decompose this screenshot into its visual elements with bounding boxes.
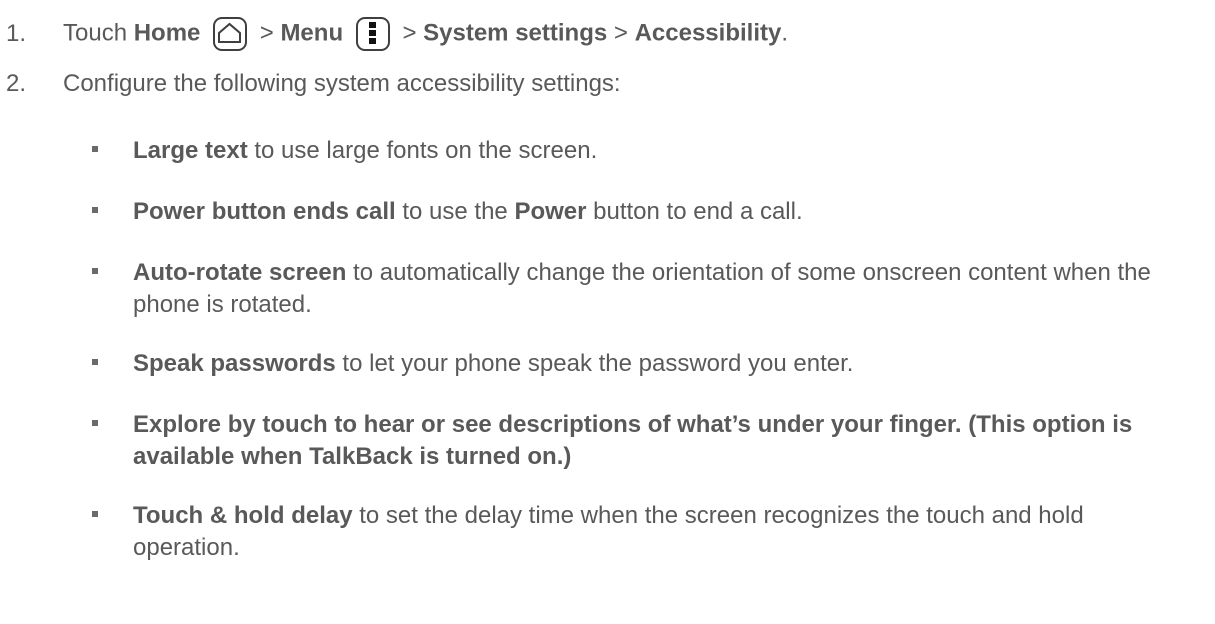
step-number: 1. bbox=[6, 20, 27, 47]
bullet-text: Touch & hold delay to set the delay time… bbox=[133, 502, 1084, 561]
accessibility-label: Accessibility bbox=[634, 19, 782, 47]
step-2: 2. Configure the following system access… bbox=[6, 67, 621, 101]
bullet-text: Power button ends call to use the Power … bbox=[133, 198, 803, 225]
bullet-text: Explore by touch to hear or see descript… bbox=[133, 411, 1133, 470]
bullet-text: Speak passwords to let your phone speak … bbox=[133, 350, 854, 377]
step-number: 2. bbox=[6, 70, 27, 97]
bullet-marker bbox=[92, 511, 98, 517]
bullet-power-button-ends-call: Power button ends call to use the Power … bbox=[92, 196, 1182, 228]
home-label: Home bbox=[133, 19, 201, 47]
bullet-text: Auto-rotate screen to automatically chan… bbox=[133, 259, 1151, 318]
bullet-text: Large text to use large fonts on the scr… bbox=[133, 137, 598, 164]
bullet-marker bbox=[92, 207, 98, 213]
bullet-large-text: Large text to use large fonts on the scr… bbox=[92, 135, 1182, 167]
menu-icon bbox=[355, 17, 390, 51]
bullet-speak-passwords: Speak passwords to let your phone speak … bbox=[92, 348, 1182, 380]
bullet-marker bbox=[92, 420, 98, 426]
step-text: Configure the following system accessibi… bbox=[63, 70, 621, 97]
bullet-touch-hold-delay: Touch & hold delay to set the delay time… bbox=[92, 500, 1182, 564]
bullet-explore-by-touch: Explore by touch to hear or see descript… bbox=[92, 409, 1182, 473]
step-1: 1. Touch Home > Menu > System settings >… bbox=[6, 17, 788, 51]
step-text: Touch Home > Menu > System settings > Ac… bbox=[63, 17, 788, 51]
home-icon bbox=[213, 17, 248, 51]
system-settings-label: System settings bbox=[423, 19, 608, 47]
bullet-marker bbox=[92, 359, 98, 365]
bullet-marker bbox=[92, 268, 98, 274]
menu-label: Menu bbox=[280, 19, 344, 47]
bullet-auto-rotate-screen: Auto-rotate screen to automatically chan… bbox=[92, 257, 1182, 321]
bullet-marker bbox=[92, 146, 98, 152]
